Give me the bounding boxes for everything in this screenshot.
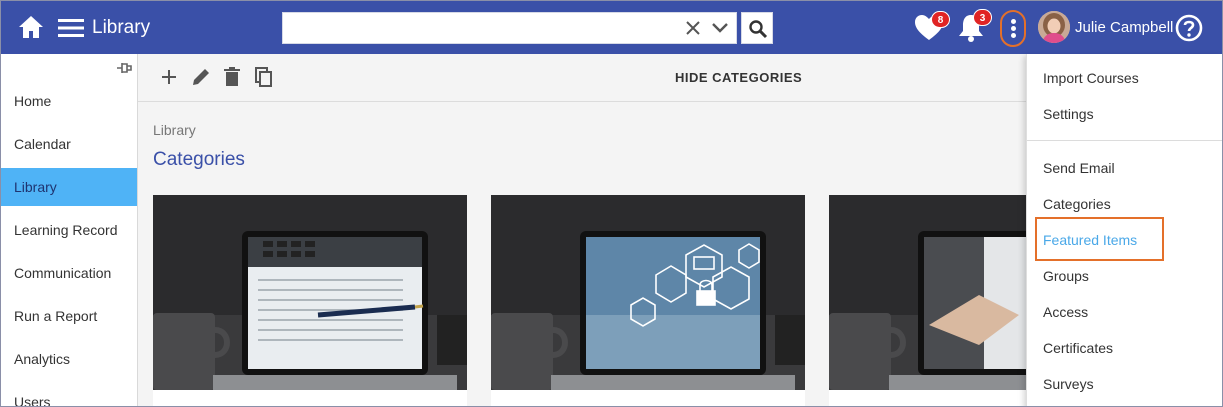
trash-icon[interactable] xyxy=(221,66,243,88)
clear-icon[interactable] xyxy=(685,20,701,36)
favorites-count-badge: 8 xyxy=(931,11,950,28)
menu-item-import-courses[interactable]: Import Courses xyxy=(1027,61,1222,95)
more-options-button[interactable] xyxy=(1000,10,1026,47)
sidebar-item-home[interactable]: Home xyxy=(1,82,137,120)
top-bar: Library 8 3 Julie Campbell xyxy=(1,1,1222,54)
card-image-laptop-cybersecurity xyxy=(491,195,805,390)
avatar[interactable] xyxy=(1038,11,1070,43)
notifications-button[interactable]: 3 xyxy=(956,9,992,42)
notifications-count-badge: 3 xyxy=(973,9,992,26)
question-circle-icon[interactable] xyxy=(1175,14,1203,42)
copy-icon[interactable] xyxy=(253,66,275,88)
card-image-laptop-calculator xyxy=(153,195,467,390)
chevron-down-icon[interactable] xyxy=(711,21,729,35)
sidebar: Home Calendar Library Learning Record Co… xyxy=(1,54,138,406)
hide-categories-button[interactable]: HIDE CATEGORIES xyxy=(675,70,802,85)
search-icon xyxy=(749,20,768,39)
dot xyxy=(1011,33,1016,38)
card-footer xyxy=(153,390,467,406)
menu-divider xyxy=(1027,140,1222,141)
search-input[interactable] xyxy=(283,13,673,43)
plus-icon[interactable] xyxy=(158,66,180,88)
category-card[interactable] xyxy=(153,195,467,406)
more-options-menu: Import Courses Settings Send Email Categ… xyxy=(1026,54,1222,406)
hamburger-menu-icon[interactable] xyxy=(58,18,84,38)
home-icon[interactable] xyxy=(18,15,44,39)
sidebar-item-analytics[interactable]: Analytics xyxy=(1,340,137,378)
sidebar-item-run-a-report[interactable]: Run a Report xyxy=(1,297,137,335)
menu-item-groups[interactable]: Groups xyxy=(1027,259,1222,293)
menu-item-send-email[interactable]: Send Email xyxy=(1027,151,1222,185)
menu-item-featured-items[interactable]: Featured Items xyxy=(1027,223,1222,257)
breadcrumb[interactable]: Library xyxy=(153,122,196,138)
search-box xyxy=(282,12,737,44)
dot xyxy=(1011,26,1016,31)
sidebar-item-users[interactable]: Users xyxy=(1,383,137,406)
app-window: Library 8 3 Julie Campbell Home Calendar… xyxy=(0,0,1223,407)
category-card[interactable] xyxy=(491,195,805,406)
vertical-dots-icon xyxy=(1011,19,1016,24)
pencil-icon[interactable] xyxy=(190,66,212,88)
menu-item-access[interactable]: Access xyxy=(1027,295,1222,329)
menu-item-certificates[interactable]: Certificates xyxy=(1027,331,1222,365)
app-title: Library xyxy=(92,17,151,38)
pin-icon[interactable] xyxy=(116,61,132,75)
sidebar-item-communication[interactable]: Communication xyxy=(1,254,137,292)
avatar-image xyxy=(1038,11,1070,43)
page-title: Categories xyxy=(153,149,245,170)
sidebar-item-calendar[interactable]: Calendar xyxy=(1,125,137,163)
favorites-button[interactable]: 8 xyxy=(914,11,950,42)
user-name[interactable]: Julie Campbell xyxy=(1075,19,1173,37)
menu-item-surveys[interactable]: Surveys xyxy=(1027,367,1222,401)
card-footer xyxy=(491,390,805,406)
menu-item-categories[interactable]: Categories xyxy=(1027,187,1222,221)
sidebar-item-learning-record[interactable]: Learning Record xyxy=(1,211,137,249)
search-button[interactable] xyxy=(741,12,773,44)
sidebar-item-library[interactable]: Library xyxy=(1,168,137,206)
menu-item-settings[interactable]: Settings xyxy=(1027,97,1222,131)
